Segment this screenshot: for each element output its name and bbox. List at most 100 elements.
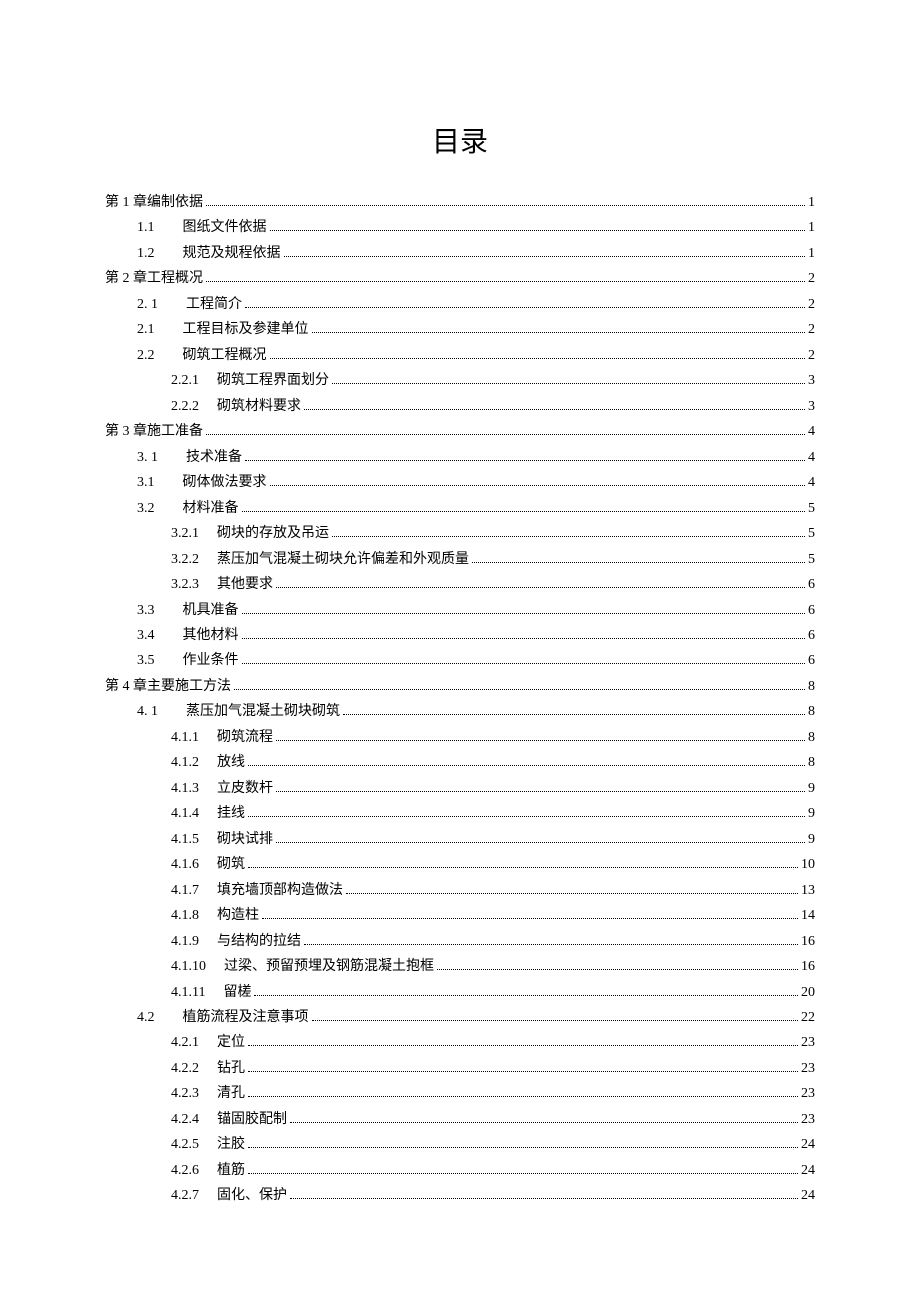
- toc-entry-page: 3: [808, 394, 815, 419]
- toc-entry: 2. 1 工程简介 2: [105, 292, 815, 317]
- toc-entry-number: 2.2.1: [171, 368, 199, 393]
- toc-entry-page: 23: [801, 1081, 815, 1106]
- toc-leader-dots: [245, 460, 805, 461]
- toc-entry: 4.1.7填充墙顶部构造做法13: [105, 878, 815, 903]
- toc-entry-page: 6: [808, 572, 815, 597]
- toc-entry-page: 24: [801, 1183, 815, 1208]
- toc-entry: 3.2.2蒸压加气混凝土砌块允许偏差和外观质量5: [105, 547, 815, 572]
- toc-entry-number: 4.1.11: [171, 980, 205, 1005]
- toc-entry-text: 规范及规程依据: [183, 241, 281, 266]
- toc-leader-dots: [242, 638, 806, 639]
- toc-entry-number: 3.1: [137, 470, 155, 495]
- toc-leader-dots: [304, 409, 805, 410]
- toc-entry-text: 留槎: [223, 980, 251, 1005]
- toc-entry-text: 与结构的拉结: [217, 929, 301, 954]
- toc-entry-text: 挂线: [217, 801, 245, 826]
- toc-entry-page: 2: [808, 317, 815, 342]
- toc-entry-text: 工程简介: [186, 292, 242, 317]
- toc-leader-dots: [332, 536, 805, 537]
- toc-entry-page: 23: [801, 1107, 815, 1132]
- toc-entry-number: 4.1.3: [171, 776, 199, 801]
- toc-leader-dots: [284, 256, 806, 257]
- toc-entry: 3. 1技术准备4: [105, 445, 815, 470]
- toc-entry-page: 1: [808, 241, 815, 266]
- toc-entry-page: 3: [808, 368, 815, 393]
- toc-entry-number: 2.1: [137, 317, 155, 342]
- toc-leader-dots: [312, 1020, 799, 1021]
- toc-entry-page: 9: [808, 827, 815, 852]
- toc-entry: 4.1.11留槎20: [105, 980, 815, 1005]
- toc-leader-dots: [276, 740, 805, 741]
- toc-entry-number: 2. 1: [137, 292, 158, 317]
- toc-entry-text: 砌筑: [217, 852, 245, 877]
- toc-entry-page: 16: [801, 954, 815, 979]
- toc-entry-page: 9: [808, 801, 815, 826]
- toc-entry-text: 过梁、预留预埋及钢筋混凝土抱框: [224, 954, 434, 979]
- toc-entry-number: 3.5: [137, 648, 155, 673]
- toc-leader-dots: [248, 1096, 798, 1097]
- toc-entry: 3.4其他材料6: [105, 623, 815, 648]
- toc-entry-page: 23: [801, 1030, 815, 1055]
- toc-leader-dots: [248, 1071, 798, 1072]
- toc-leader-dots: [437, 969, 798, 970]
- toc-leader-dots: [312, 332, 806, 333]
- toc-entry: 3.5作业条件6: [105, 648, 815, 673]
- toc-entry-text: 砌筑材料要求: [217, 394, 301, 419]
- toc-entry: 4.1.9与结构的拉结16: [105, 929, 815, 954]
- toc-entry-text: 其他材料: [183, 623, 239, 648]
- toc-leader-dots: [270, 485, 806, 486]
- toc-entry-page: 1: [808, 190, 815, 215]
- toc-leader-dots: [242, 663, 806, 664]
- toc-entry: 4. 1蒸压加气混凝土砌块砌筑8: [105, 699, 815, 724]
- toc-entry-page: 4: [808, 470, 815, 495]
- toc-entry-text: 蒸压加气混凝土砌块允许偏差和外观质量: [217, 547, 469, 572]
- toc-entry-page: 8: [808, 725, 815, 750]
- toc-entry: 4.1.10过梁、预留预埋及钢筋混凝土抱框16: [105, 954, 815, 979]
- toc-leader-dots: [242, 511, 806, 512]
- toc-entry-text: 砌块的存放及吊运: [217, 521, 329, 546]
- toc-entry-number: 4.2.7: [171, 1183, 199, 1208]
- toc-entry-number: 第 1 章: [105, 190, 147, 215]
- toc-entry-page: 4: [808, 419, 815, 444]
- toc-leader-dots: [206, 205, 805, 206]
- toc-entry-number: 3.2: [137, 496, 155, 521]
- toc-entry-text: 固化、保护: [217, 1183, 287, 1208]
- toc-entry-text: 其他要求: [217, 572, 273, 597]
- toc-leader-dots: [206, 434, 805, 435]
- toc-leader-dots: [346, 893, 798, 894]
- toc-entry: 2.2砌筑工程概况2: [105, 343, 815, 368]
- toc-entry: 1.2 规范及规程依据 1: [105, 241, 815, 266]
- toc-entry-page: 23: [801, 1056, 815, 1081]
- toc-entry-text: 锚固胶配制: [217, 1107, 287, 1132]
- toc-entry-number: 1.2: [137, 241, 155, 266]
- toc-leader-dots: [248, 1147, 798, 1148]
- toc-entry: 4.1.3立皮数杆9: [105, 776, 815, 801]
- toc-entry: 4.2.7 固化、保护 24: [105, 1183, 815, 1208]
- toc-entry-text: 植筋流程及注意事项: [183, 1005, 309, 1030]
- toc-entry-page: 2: [808, 292, 815, 317]
- toc-entry-text: 构造柱: [217, 903, 259, 928]
- toc-leader-dots: [206, 281, 805, 282]
- toc-title: 目录: [105, 120, 815, 160]
- toc-entry: 第 4 章主要施工方法8: [105, 674, 815, 699]
- toc-entry-page: 6: [808, 648, 815, 673]
- toc-entry-number: 4.2: [137, 1005, 155, 1030]
- toc-leader-dots: [276, 842, 805, 843]
- toc-leader-dots: [270, 230, 806, 231]
- toc-entry-text: 定位: [217, 1030, 245, 1055]
- toc-container: 第 1 章编制依据11.1图纸文件依据11.2规范及规程依据1第 2 章工程概况…: [105, 190, 815, 1209]
- toc-entry-number: 4.1.1: [171, 725, 199, 750]
- toc-entry: 3.2.1砌块的存放及吊运5: [105, 521, 815, 546]
- toc-entry: 4.1.8构造柱14: [105, 903, 815, 928]
- toc-entry-page: 13: [801, 878, 815, 903]
- toc-entry-text: 注胶: [217, 1132, 245, 1157]
- toc-entry-number: 3. 1: [137, 445, 158, 470]
- toc-entry: 4.2.2钻孔23: [105, 1056, 815, 1081]
- toc-entry-page: 24: [801, 1158, 815, 1183]
- toc-entry-text: 工程概况: [147, 266, 203, 291]
- toc-leader-dots: [332, 383, 805, 384]
- toc-entry-page: 22: [801, 1005, 815, 1030]
- toc-entry-number: 4.1.9: [171, 929, 199, 954]
- toc-entry-number: 第 4 章: [105, 674, 147, 699]
- toc-entry: 4.2.5注胶24: [105, 1132, 815, 1157]
